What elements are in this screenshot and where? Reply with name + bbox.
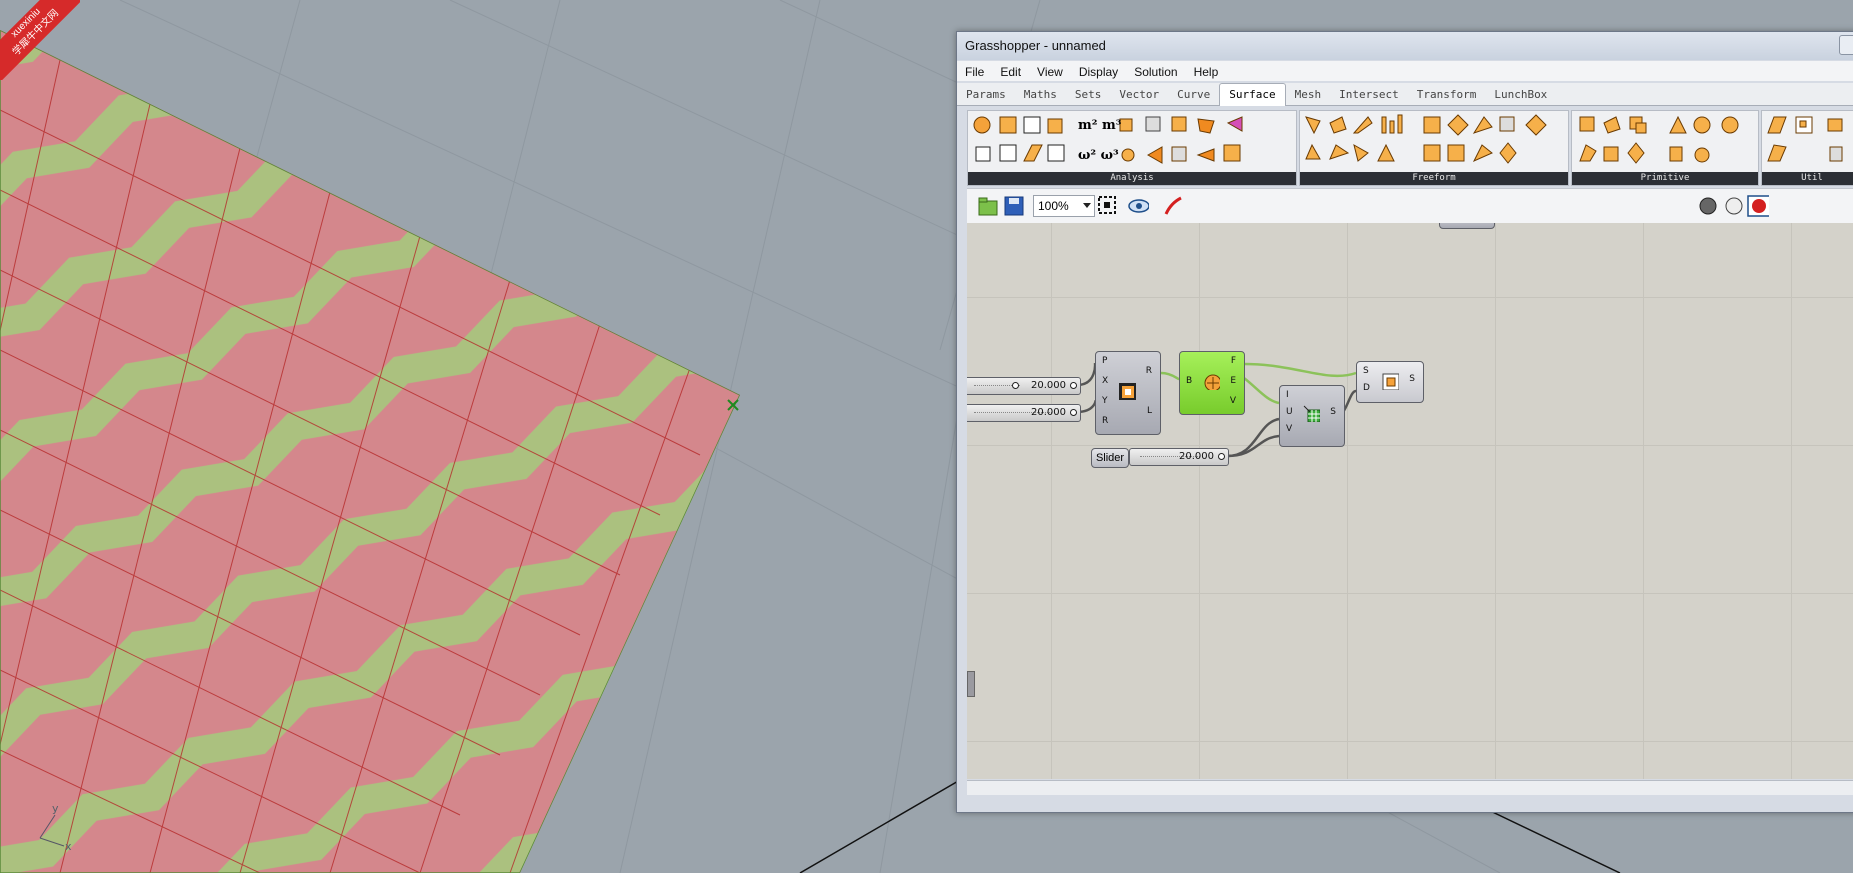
preview-wire-icon[interactable]	[1723, 195, 1745, 217]
tab-params[interactable]: Params	[957, 84, 1015, 106]
tab-curve[interactable]: Curve	[1168, 84, 1219, 106]
slider-b-value: 20.000	[1031, 407, 1066, 418]
brep-output-f: F	[1230, 356, 1236, 366]
axis-x-label: x	[65, 840, 72, 853]
wires	[1076, 362, 1357, 458]
rect-output-l: L	[1146, 406, 1152, 416]
brep-edges-component[interactable]: B F E V	[1179, 351, 1245, 415]
brep-edges-icon	[1204, 374, 1220, 390]
patterned-surface[interactable]	[0, 0, 800, 873]
gh-ribbon: m² m³ ω² ω³ Analysis Freeform Primitive …	[967, 110, 1853, 186]
analysis-icons[interactable]: m² m³ ω² ω³	[970, 113, 1294, 167]
slider-c-label[interactable]: Slider	[1091, 448, 1129, 468]
menu-edit[interactable]: Edit	[992, 61, 1029, 81]
gh-left-edge	[957, 188, 967, 780]
zoom-value: 100%	[1038, 199, 1069, 213]
gh-menubar: File Edit View Display Solution Help	[957, 61, 1853, 81]
svg-text:ω² ω³: ω² ω³	[1078, 148, 1119, 163]
slider-c-output-pin[interactable]	[1218, 453, 1225, 460]
zoom-extents-icon[interactable]	[1097, 195, 1119, 217]
tab-intersect[interactable]: Intersect	[1330, 84, 1408, 106]
rectangle-component[interactable]: P X Y R R L	[1095, 351, 1161, 435]
ribbon-group-freeform: Freeform	[1299, 110, 1569, 186]
tab-mesh[interactable]: Mesh	[1286, 84, 1331, 106]
gh-canvas-toolbar: 100%	[967, 188, 1853, 224]
menu-file[interactable]: File	[957, 61, 992, 81]
slider-a-value: 20.000	[1031, 380, 1066, 391]
menu-help[interactable]: Help	[1186, 61, 1227, 81]
ribbon-label-util: Util	[1762, 172, 1853, 185]
divide-domain-component[interactable]: I U V S	[1279, 385, 1345, 447]
slider-b-output-pin[interactable]	[1070, 409, 1077, 416]
watermark-logo: xuexiniu 学犀牛中文网	[0, 0, 80, 80]
tab-lunchbox[interactable]: LunchBox	[1485, 84, 1556, 106]
open-file-icon[interactable]	[977, 195, 999, 217]
ribbon-group-util: Util	[1761, 110, 1853, 186]
grasshopper-window[interactable]: Grasshopper - unnamed File Edit View Displa…	[956, 31, 1853, 813]
save-file-icon[interactable]	[1003, 195, 1025, 217]
sketch-pen-icon[interactable]	[1163, 195, 1185, 217]
ribbon-label-freeform: Freeform	[1300, 172, 1568, 185]
divide-input-u: U	[1286, 407, 1293, 417]
gh-titlebar[interactable]: Grasshopper - unnamed	[957, 32, 1853, 60]
construction-line	[799, 779, 961, 873]
tab-surface[interactable]: Surface	[1219, 83, 1286, 106]
preview-shaded-icon[interactable]	[1697, 195, 1719, 217]
divide-input-v: V	[1286, 424, 1293, 434]
slider-c[interactable]: 20.000	[1129, 448, 1229, 466]
canvas-scroll-handle[interactable]	[967, 671, 975, 697]
chevron-down-icon	[1083, 203, 1091, 208]
ribbon-group-primitive: Primitive	[1571, 110, 1759, 186]
slider-c-value: 20.000	[1179, 451, 1214, 462]
rect-output-r: R	[1145, 366, 1152, 376]
isotrim-output-s: S	[1409, 374, 1415, 384]
preview-eye-icon[interactable]	[1127, 195, 1149, 217]
ribbon-group-analysis: m² m³ ω² ω³ Analysis	[967, 110, 1297, 186]
gh-canvas[interactable]: 20.000 20.000 P X Y R R L B F E V I U V …	[967, 223, 1853, 779]
menu-solution[interactable]: Solution	[1126, 61, 1185, 81]
partial-component[interactable]	[1439, 223, 1495, 229]
slider-b[interactable]: 20.000	[967, 404, 1081, 422]
isotrim-icon	[1382, 373, 1399, 390]
ribbon-label-analysis: Analysis	[968, 172, 1296, 185]
slider-a[interactable]: 20.000	[967, 377, 1081, 395]
menu-display[interactable]: Display	[1071, 61, 1126, 81]
rect-input-r: R	[1102, 416, 1109, 426]
ribbon-label-primitive: Primitive	[1572, 172, 1758, 185]
brep-output-e: E	[1230, 376, 1236, 386]
tab-sets[interactable]: Sets	[1066, 84, 1111, 106]
tab-transform[interactable]: Transform	[1408, 84, 1486, 106]
rectangle-icon	[1119, 383, 1136, 400]
divide-output-s: S	[1330, 407, 1336, 417]
preview-selected-icon[interactable]	[1747, 195, 1769, 217]
isotrim-input-s: S	[1363, 366, 1369, 376]
gh-title-text: Grasshopper - unnamed	[965, 38, 1106, 53]
brep-input-b: B	[1186, 376, 1193, 386]
rect-input-y: Y	[1102, 396, 1108, 406]
brep-output-v: V	[1229, 396, 1236, 406]
menu-view[interactable]: View	[1029, 61, 1071, 81]
zoom-dropdown[interactable]: 100%	[1033, 195, 1095, 217]
isotrim-component[interactable]: S D S	[1356, 361, 1424, 403]
slider-a-knob[interactable]	[1012, 382, 1019, 389]
tab-maths[interactable]: Maths	[1015, 84, 1066, 106]
axis-y-label: y	[52, 802, 59, 815]
freeform-icons[interactable]	[1302, 113, 1566, 167]
divide-domain-icon	[1303, 405, 1320, 422]
slider-a-output-pin[interactable]	[1070, 382, 1077, 389]
util-icons[interactable]	[1764, 113, 1853, 167]
tab-vector[interactable]: Vector	[1110, 84, 1168, 106]
gh-component-tabs: Params Maths Sets Vector Curve Surface Mesh Int…	[957, 83, 1853, 106]
divide-input-i: I	[1286, 390, 1289, 400]
svg-text:m² m³: m² m³	[1078, 118, 1122, 133]
isotrim-input-d: D	[1363, 383, 1370, 393]
close-button[interactable]	[1839, 35, 1853, 55]
primitive-icons[interactable]	[1574, 113, 1756, 167]
rect-input-x: X	[1102, 376, 1109, 386]
gh-statusbar	[967, 780, 1853, 795]
rect-input-p: P	[1102, 356, 1108, 366]
